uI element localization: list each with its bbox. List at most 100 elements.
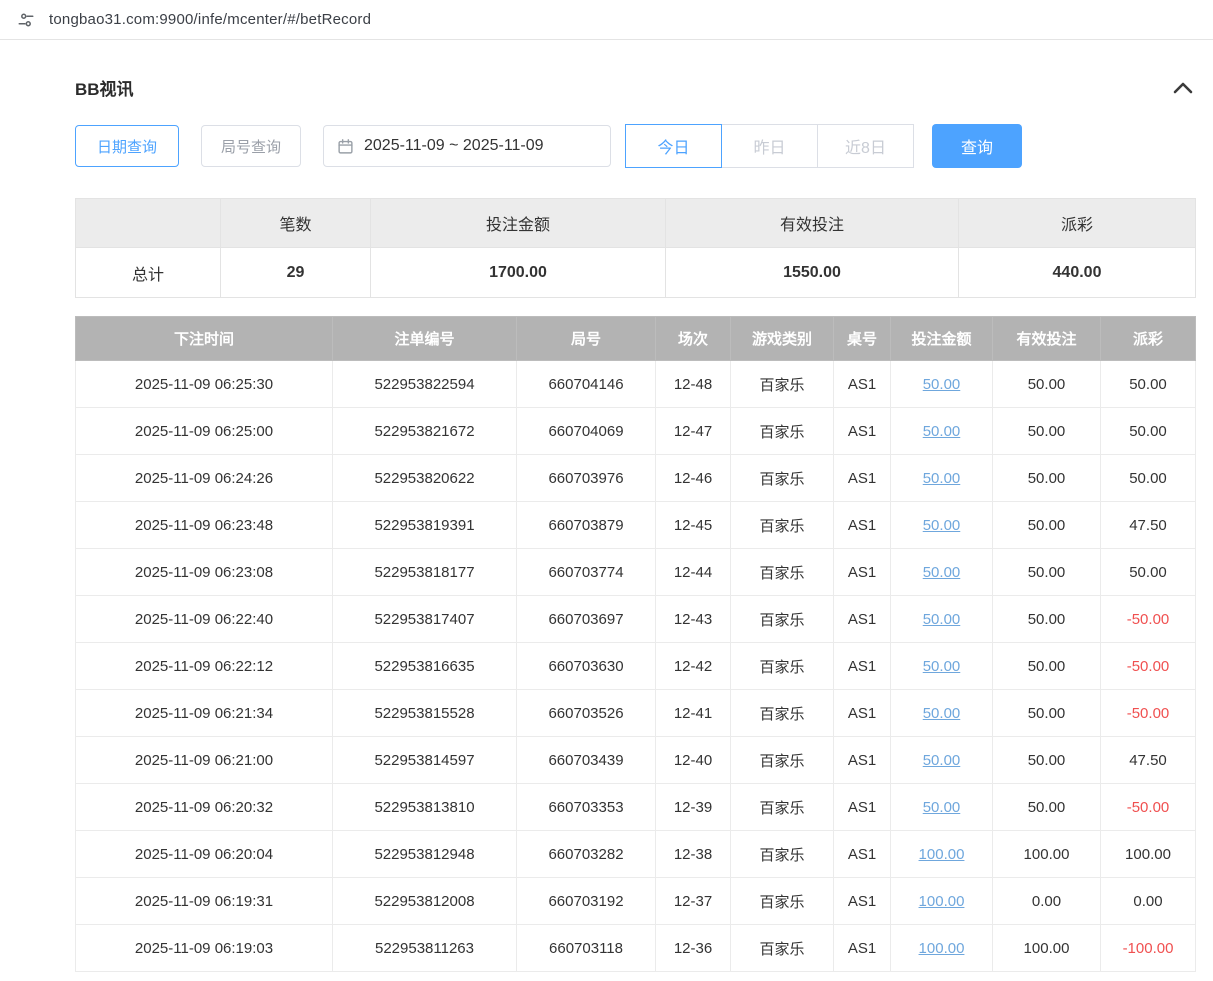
summary-total-bet-amount: 1700.00 — [371, 248, 666, 298]
cell-payout: 100.00 — [1101, 831, 1196, 878]
summary-table: 笔数 投注金额 有效投注 派彩 总计 29 1700.00 1550.00 44… — [75, 198, 1196, 298]
cell-bet-amount: 50.00 — [891, 596, 993, 643]
cell-game-type: 百家乐 — [731, 596, 834, 643]
cell-order-no: 522953818177 — [333, 549, 517, 596]
cell-game-type: 百家乐 — [731, 502, 834, 549]
cell-game-type: 百家乐 — [731, 878, 834, 925]
cell-session: 12-39 — [656, 784, 731, 831]
page-title: BB视讯 — [75, 75, 134, 100]
bet-amount-link[interactable]: 50.00 — [923, 470, 961, 487]
cell-session: 12-43 — [656, 596, 731, 643]
bet-amount-link[interactable]: 50.00 — [923, 658, 961, 675]
cell-round-no: 660703879 — [517, 502, 656, 549]
cell-valid-bet: 50.00 — [993, 408, 1101, 455]
cell-table-no: AS1 — [834, 831, 891, 878]
cell-bet-amount: 50.00 — [891, 690, 993, 737]
cell-payout: -50.00 — [1101, 643, 1196, 690]
col-header-valid-bet: 有效投注 — [993, 317, 1101, 361]
cell-valid-bet: 50.00 — [993, 643, 1101, 690]
cell-valid-bet: 50.00 — [993, 737, 1101, 784]
cell-session: 12-37 — [656, 878, 731, 925]
cell-game-type: 百家乐 — [731, 549, 834, 596]
cell-bet-time: 2025-11-09 06:19:31 — [76, 878, 333, 925]
cell-session: 12-44 — [656, 549, 731, 596]
cell-game-type: 百家乐 — [731, 361, 834, 408]
table-row: 2025-11-09 06:19:03522953811263660703118… — [76, 925, 1196, 972]
bet-amount-link[interactable]: 50.00 — [923, 611, 961, 628]
table-row: 2025-11-09 06:19:31522953812008660703192… — [76, 878, 1196, 925]
cell-table-no: AS1 — [834, 596, 891, 643]
cell-order-no: 522953813810 — [333, 784, 517, 831]
cell-payout: 50.00 — [1101, 361, 1196, 408]
cell-payout: 50.00 — [1101, 408, 1196, 455]
cell-payout: -100.00 — [1101, 925, 1196, 972]
yesterday-button[interactable]: 昨日 — [721, 124, 818, 168]
cell-bet-amount: 50.00 — [891, 408, 993, 455]
cell-round-no: 660703439 — [517, 737, 656, 784]
cell-game-type: 百家乐 — [731, 455, 834, 502]
bet-amount-link[interactable]: 100.00 — [919, 846, 965, 863]
cell-bet-amount: 50.00 — [891, 784, 993, 831]
cell-table-no: AS1 — [834, 643, 891, 690]
today-button[interactable]: 今日 — [625, 124, 722, 168]
bet-table-header-row: 下注时间 注单编号 局号 场次 游戏类别 桌号 投注金额 有效投注 派彩 — [76, 317, 1196, 361]
cell-bet-time: 2025-11-09 06:25:30 — [76, 361, 333, 408]
bet-amount-link[interactable]: 50.00 — [923, 564, 961, 581]
col-header-payout: 派彩 — [1101, 317, 1196, 361]
cell-round-no: 660703526 — [517, 690, 656, 737]
cell-payout: -50.00 — [1101, 784, 1196, 831]
bet-amount-link[interactable]: 50.00 — [923, 799, 961, 816]
cell-round-no: 660703118 — [517, 925, 656, 972]
summary-header-valid-bet: 有效投注 — [666, 199, 959, 248]
cell-bet-time: 2025-11-09 06:23:48 — [76, 502, 333, 549]
url-text[interactable]: tongbao31.com:9900/infe/mcenter/#/betRec… — [49, 11, 371, 28]
cell-table-no: AS1 — [834, 502, 891, 549]
summary-header-row: 笔数 投注金额 有效投注 派彩 — [76, 199, 1196, 248]
cell-table-no: AS1 — [834, 737, 891, 784]
cell-payout: 47.50 — [1101, 737, 1196, 784]
col-header-order-no: 注单编号 — [333, 317, 517, 361]
quick-range-group: 今日 昨日 近8日 — [625, 124, 914, 168]
cell-session: 12-36 — [656, 925, 731, 972]
cell-order-no: 522953814597 — [333, 737, 517, 784]
cell-round-no: 660703192 — [517, 878, 656, 925]
table-row: 2025-11-09 06:25:00522953821672660704069… — [76, 408, 1196, 455]
bet-amount-link[interactable]: 50.00 — [923, 752, 961, 769]
bet-amount-link[interactable]: 50.00 — [923, 423, 961, 440]
cell-order-no: 522953819391 — [333, 502, 517, 549]
site-settings-icon[interactable] — [16, 10, 36, 30]
bet-amount-link[interactable]: 100.00 — [919, 893, 965, 910]
bet-amount-link[interactable]: 50.00 — [923, 376, 961, 393]
cell-payout: 50.00 — [1101, 455, 1196, 502]
cell-game-type: 百家乐 — [731, 925, 834, 972]
table-row: 2025-11-09 06:22:12522953816635660703630… — [76, 643, 1196, 690]
table-row: 2025-11-09 06:20:32522953813810660703353… — [76, 784, 1196, 831]
cell-game-type: 百家乐 — [731, 737, 834, 784]
bet-amount-link[interactable]: 50.00 — [923, 517, 961, 534]
cell-session: 12-38 — [656, 831, 731, 878]
cell-bet-amount: 100.00 — [891, 878, 993, 925]
table-row: 2025-11-09 06:20:04522953812948660703282… — [76, 831, 1196, 878]
cell-bet-amount: 50.00 — [891, 549, 993, 596]
cell-bet-amount: 50.00 — [891, 737, 993, 784]
date-range-picker[interactable]: 2025-11-09 ~ 2025-11-09 — [323, 125, 611, 167]
cell-bet-time: 2025-11-09 06:21:00 — [76, 737, 333, 784]
bet-amount-link[interactable]: 100.00 — [919, 940, 965, 957]
cell-order-no: 522953820622 — [333, 455, 517, 502]
cell-game-type: 百家乐 — [731, 784, 834, 831]
summary-header-payout: 派彩 — [959, 199, 1196, 248]
last-8-days-button[interactable]: 近8日 — [817, 124, 914, 168]
round-query-tab[interactable]: 局号查询 — [201, 125, 301, 167]
cell-round-no: 660703630 — [517, 643, 656, 690]
bet-amount-link[interactable]: 50.00 — [923, 705, 961, 722]
cell-bet-time: 2025-11-09 06:20:32 — [76, 784, 333, 831]
col-header-table-no: 桌号 — [834, 317, 891, 361]
cell-bet-amount: 50.00 — [891, 502, 993, 549]
cell-bet-amount: 100.00 — [891, 925, 993, 972]
collapse-panel-button[interactable] — [1171, 79, 1195, 97]
cell-table-no: AS1 — [834, 878, 891, 925]
calendar-icon — [337, 138, 354, 155]
date-query-tab[interactable]: 日期查询 — [75, 125, 179, 167]
search-button[interactable]: 查询 — [932, 124, 1022, 168]
cell-valid-bet: 50.00 — [993, 596, 1101, 643]
